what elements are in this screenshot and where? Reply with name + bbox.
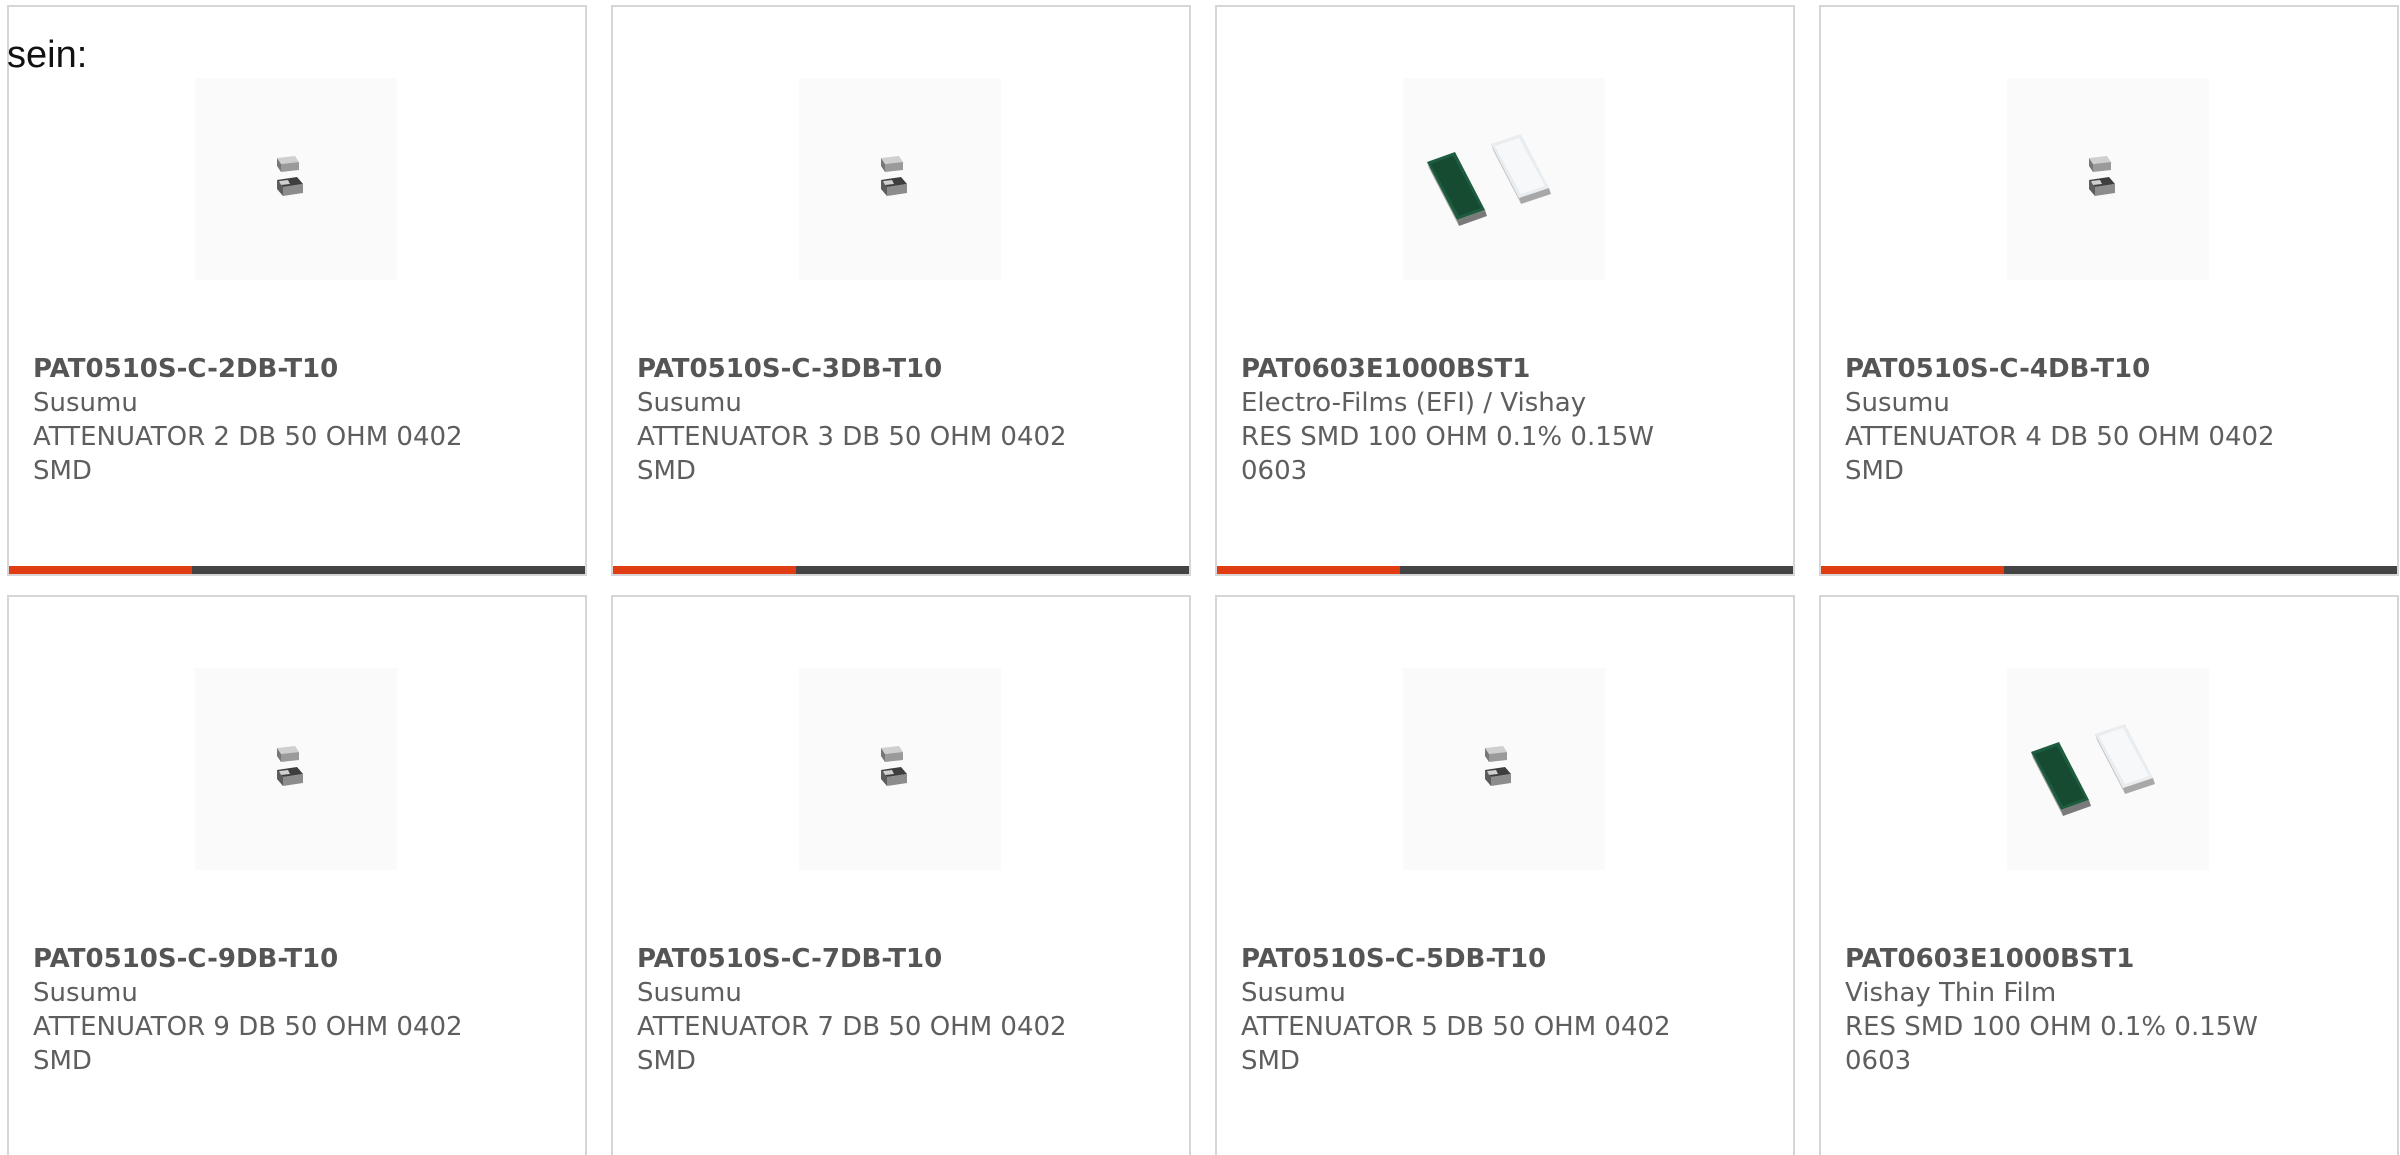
thin-film-resistor-icon [2007,668,2209,870]
part-number-link[interactable]: PAT0510S-C-4DB-T10 [1845,352,2377,386]
card-accent-bar [613,566,1189,574]
lead-text: sein: [7,34,88,76]
accent-segment [1217,566,1400,574]
product-card[interactable]: PAT0510S-C-3DB-T10 Susumu ATTENUATOR 3 D… [611,5,1191,576]
product-card[interactable]: PAT0510S-C-4DB-T10 Susumu ATTENUATOR 4 D… [1819,5,2399,576]
attenuator-chip-image[interactable] [1403,668,1605,870]
card-accent-bar [1217,566,1793,574]
attenuator-chip-image[interactable] [195,668,397,870]
attenuator-chip-image[interactable] [799,668,1001,870]
product-description: ATTENUATOR 3 DB 50 OHM 0402 SMD [637,422,1067,486]
accent-segment [613,566,796,574]
part-number-link[interactable]: PAT0510S-C-9DB-T10 [33,942,565,976]
part-number-link[interactable]: PAT0510S-C-5DB-T10 [1241,942,1773,976]
product-description: ATTENUATOR 5 DB 50 OHM 0402 SMD [1241,1012,1671,1076]
manufacturer-name: Vishay Thin Film [1845,978,2057,1008]
manufacturer-name: Susumu [637,978,742,1008]
attenuator-chip-image[interactable] [2007,78,2209,280]
product-description: ATTENUATOR 9 DB 50 OHM 0402 SMD [33,1012,463,1076]
attenuator-chip-image[interactable] [799,78,1001,280]
product-description: RES SMD 100 OHM 0.1% 0.15W 0603 [1845,1012,2259,1076]
product-description: ATTENUATOR 2 DB 50 OHM 0402 SMD [33,422,463,486]
part-number-link[interactable]: PAT0603E1000BST1 [1845,942,2377,976]
attenuator-chip-icon [2007,78,2209,280]
part-number-link[interactable]: PAT0603E1000BST1 [1241,352,1773,386]
product-card[interactable]: PAT0603E1000BST1 Vishay Thin Film RES SM… [1819,595,2399,1155]
thin-film-resistor-icon [1403,78,1605,280]
attenuator-chip-icon [799,668,1001,870]
thin-film-resistor-image[interactable] [1403,78,1605,280]
attenuator-chip-icon [195,668,397,870]
part-number-link[interactable]: PAT0510S-C-3DB-T10 [637,352,1169,386]
product-card[interactable]: PAT0510S-C-9DB-T10 Susumu ATTENUATOR 9 D… [7,595,587,1155]
manufacturer-name: Susumu [1241,978,1346,1008]
manufacturer-name: Susumu [33,388,138,418]
manufacturer-name: Susumu [33,978,138,1008]
product-description: ATTENUATOR 4 DB 50 OHM 0402 SMD [1845,422,2275,486]
product-card[interactable]: PAT0603E1000BST1 Electro-Films (EFI) / V… [1215,5,1795,576]
product-card[interactable]: PAT0510S-C-7DB-T10 Susumu ATTENUATOR 7 D… [611,595,1191,1155]
thin-film-resistor-image[interactable] [2007,668,2209,870]
attenuator-chip-image[interactable] [195,78,397,280]
manufacturer-name: Susumu [637,388,742,418]
accent-segment [9,566,192,574]
accent-segment [1821,566,2004,574]
card-accent-bar [1821,566,2397,574]
manufacturer-name: Susumu [1845,388,1950,418]
product-description: RES SMD 100 OHM 0.1% 0.15W 0603 [1241,422,1655,486]
card-accent-bar [9,566,585,574]
part-number-link[interactable]: PAT0510S-C-2DB-T10 [33,352,565,386]
attenuator-chip-icon [195,78,397,280]
product-grid-page: sein: PAT0510S-C-2DB-T10 Susumu ATTENUAT… [0,0,2400,1155]
part-number-link[interactable]: PAT0510S-C-7DB-T10 [637,942,1169,976]
attenuator-chip-icon [799,78,1001,280]
product-card[interactable]: PAT0510S-C-5DB-T10 Susumu ATTENUATOR 5 D… [1215,595,1795,1155]
product-card[interactable]: PAT0510S-C-2DB-T10 Susumu ATTENUATOR 2 D… [7,5,587,576]
product-description: ATTENUATOR 7 DB 50 OHM 0402 SMD [637,1012,1067,1076]
manufacturer-name: Electro-Films (EFI) / Vishay [1241,388,1587,418]
attenuator-chip-icon [1403,668,1605,870]
